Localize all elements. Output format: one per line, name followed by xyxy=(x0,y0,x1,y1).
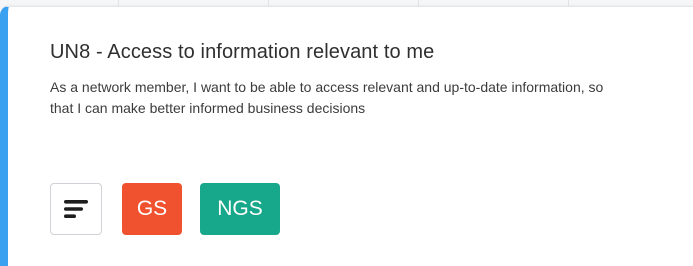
story-card[interactable]: UN8 - Access to information relevant to … xyxy=(0,6,693,266)
story-description: As a network member, I want to be able t… xyxy=(50,79,604,116)
details-menu-button[interactable] xyxy=(50,183,102,235)
tag-ngs[interactable]: NGS xyxy=(200,183,280,235)
text-align-left-icon xyxy=(64,200,88,218)
story-title: UN8 - Access to information relevant to … xyxy=(50,41,435,63)
card-actions: GS NGS xyxy=(50,183,280,235)
tag-gs[interactable]: GS xyxy=(122,183,182,235)
